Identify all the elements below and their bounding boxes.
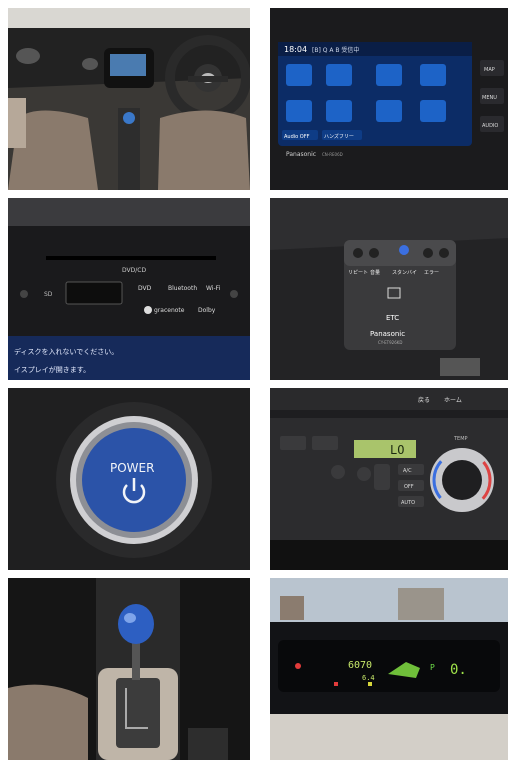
nav-map-button: MAP xyxy=(484,67,495,73)
climate-temp-display: LO xyxy=(390,443,404,457)
nav-brand: Panasonic xyxy=(286,151,316,158)
fuel-economy: 6.4 xyxy=(362,674,375,682)
off-button: OFF xyxy=(404,484,414,490)
nav-handsfree: ハンズフリー xyxy=(324,133,354,140)
gear-indicator: P xyxy=(430,663,435,672)
temp-knob xyxy=(442,460,482,500)
photo-power-button: POWER xyxy=(8,388,250,570)
cluster-illustration: 6070 6.4 P 0. xyxy=(270,578,508,760)
photo-shift-lever xyxy=(8,578,250,760)
etc-model: CY-ET926KD xyxy=(378,340,402,345)
auto-button: AUTO xyxy=(401,500,415,506)
speed-readout: 0. xyxy=(450,662,467,678)
etc-repeat-label: リピート xyxy=(348,270,368,276)
etc-label: ETC xyxy=(386,314,399,322)
etc-blue-led xyxy=(399,245,409,255)
ac-button: A/C xyxy=(403,468,412,474)
photo-cd-slot: DVD/CD SD DVD Bluetooth Wi-Fi gracenote … xyxy=(8,198,250,380)
odometer: 6070 xyxy=(348,660,372,671)
temp-label: TEMP xyxy=(453,436,468,442)
gracenote-logo: gracenote xyxy=(154,307,185,314)
photo-climate-control: 戻る ホーム LO A/C OFF AUTO TEMP xyxy=(270,388,508,570)
nav-screen-small xyxy=(110,54,146,76)
wifi-logo: Wi-Fi xyxy=(206,285,221,292)
dvd-logo: DVD xyxy=(138,285,152,292)
sd-card-slot xyxy=(65,281,123,305)
cd-slot-illustration: DVD/CD SD DVD Bluetooth Wi-Fi gracenote … xyxy=(8,198,250,380)
shift-knob xyxy=(118,604,154,644)
shift-lever-illustration xyxy=(8,578,250,760)
etc-standby-label: スタンバイ xyxy=(392,269,417,276)
climate-illustration: 戻る ホーム LO A/C OFF AUTO TEMP xyxy=(270,388,508,570)
gracenote-icon xyxy=(144,306,152,314)
etc-brand: Panasonic xyxy=(370,330,405,338)
etc-volume-label: 音量 xyxy=(370,269,380,276)
screen-warning-text-2: イスプレイが開きます。 xyxy=(14,365,90,374)
bluetooth-logo: Bluetooth xyxy=(168,285,197,292)
home-label: ホーム xyxy=(444,397,462,404)
power-label: POWER xyxy=(110,461,154,475)
etc-error-label: エラー xyxy=(424,270,439,276)
photo-instrument-cluster: 6070 6.4 P 0. xyxy=(270,578,508,760)
screen-warning-text: ディスクを入れないでください。 xyxy=(14,347,118,356)
photo-navigation-unit: 18:04 [B] Q A B 受信中 Audio OFF ハンズフリー Pan… xyxy=(270,8,508,190)
disc-slot-label: DVD/CD xyxy=(122,267,146,274)
etc-reader-illustration: リピート 音量 スタンバイ エラー ETC Panasonic CY-ET926… xyxy=(270,198,508,380)
photo-etc-reader: リピート 音量 スタンバイ エラー ETC Panasonic CY-ET926… xyxy=(270,198,508,380)
climate-lcd xyxy=(354,440,416,458)
sd-label: SD xyxy=(44,291,53,298)
nav-clock: 18:04 xyxy=(284,45,307,54)
nav-model: CN-RE06D xyxy=(322,152,343,157)
nav-audio-button: AUDIO xyxy=(482,123,498,129)
dashboard-illustration xyxy=(8,8,250,190)
warning-light-icon xyxy=(295,663,301,669)
power-button-illustration: POWER xyxy=(8,388,250,570)
nav-header: [B] Q A B 受信中 xyxy=(312,46,359,54)
back-label: 戻る xyxy=(418,396,430,404)
photo-dashboard-interior xyxy=(8,8,250,190)
disc-slot xyxy=(46,256,216,260)
nav-audio-off: Audio OFF xyxy=(284,134,310,140)
navigation-illustration: 18:04 [B] Q A B 受信中 Audio OFF ハンズフリー Pan… xyxy=(270,8,508,190)
dolby-logo: Dolby xyxy=(198,307,216,314)
nav-menu-button: MENU xyxy=(482,95,497,101)
